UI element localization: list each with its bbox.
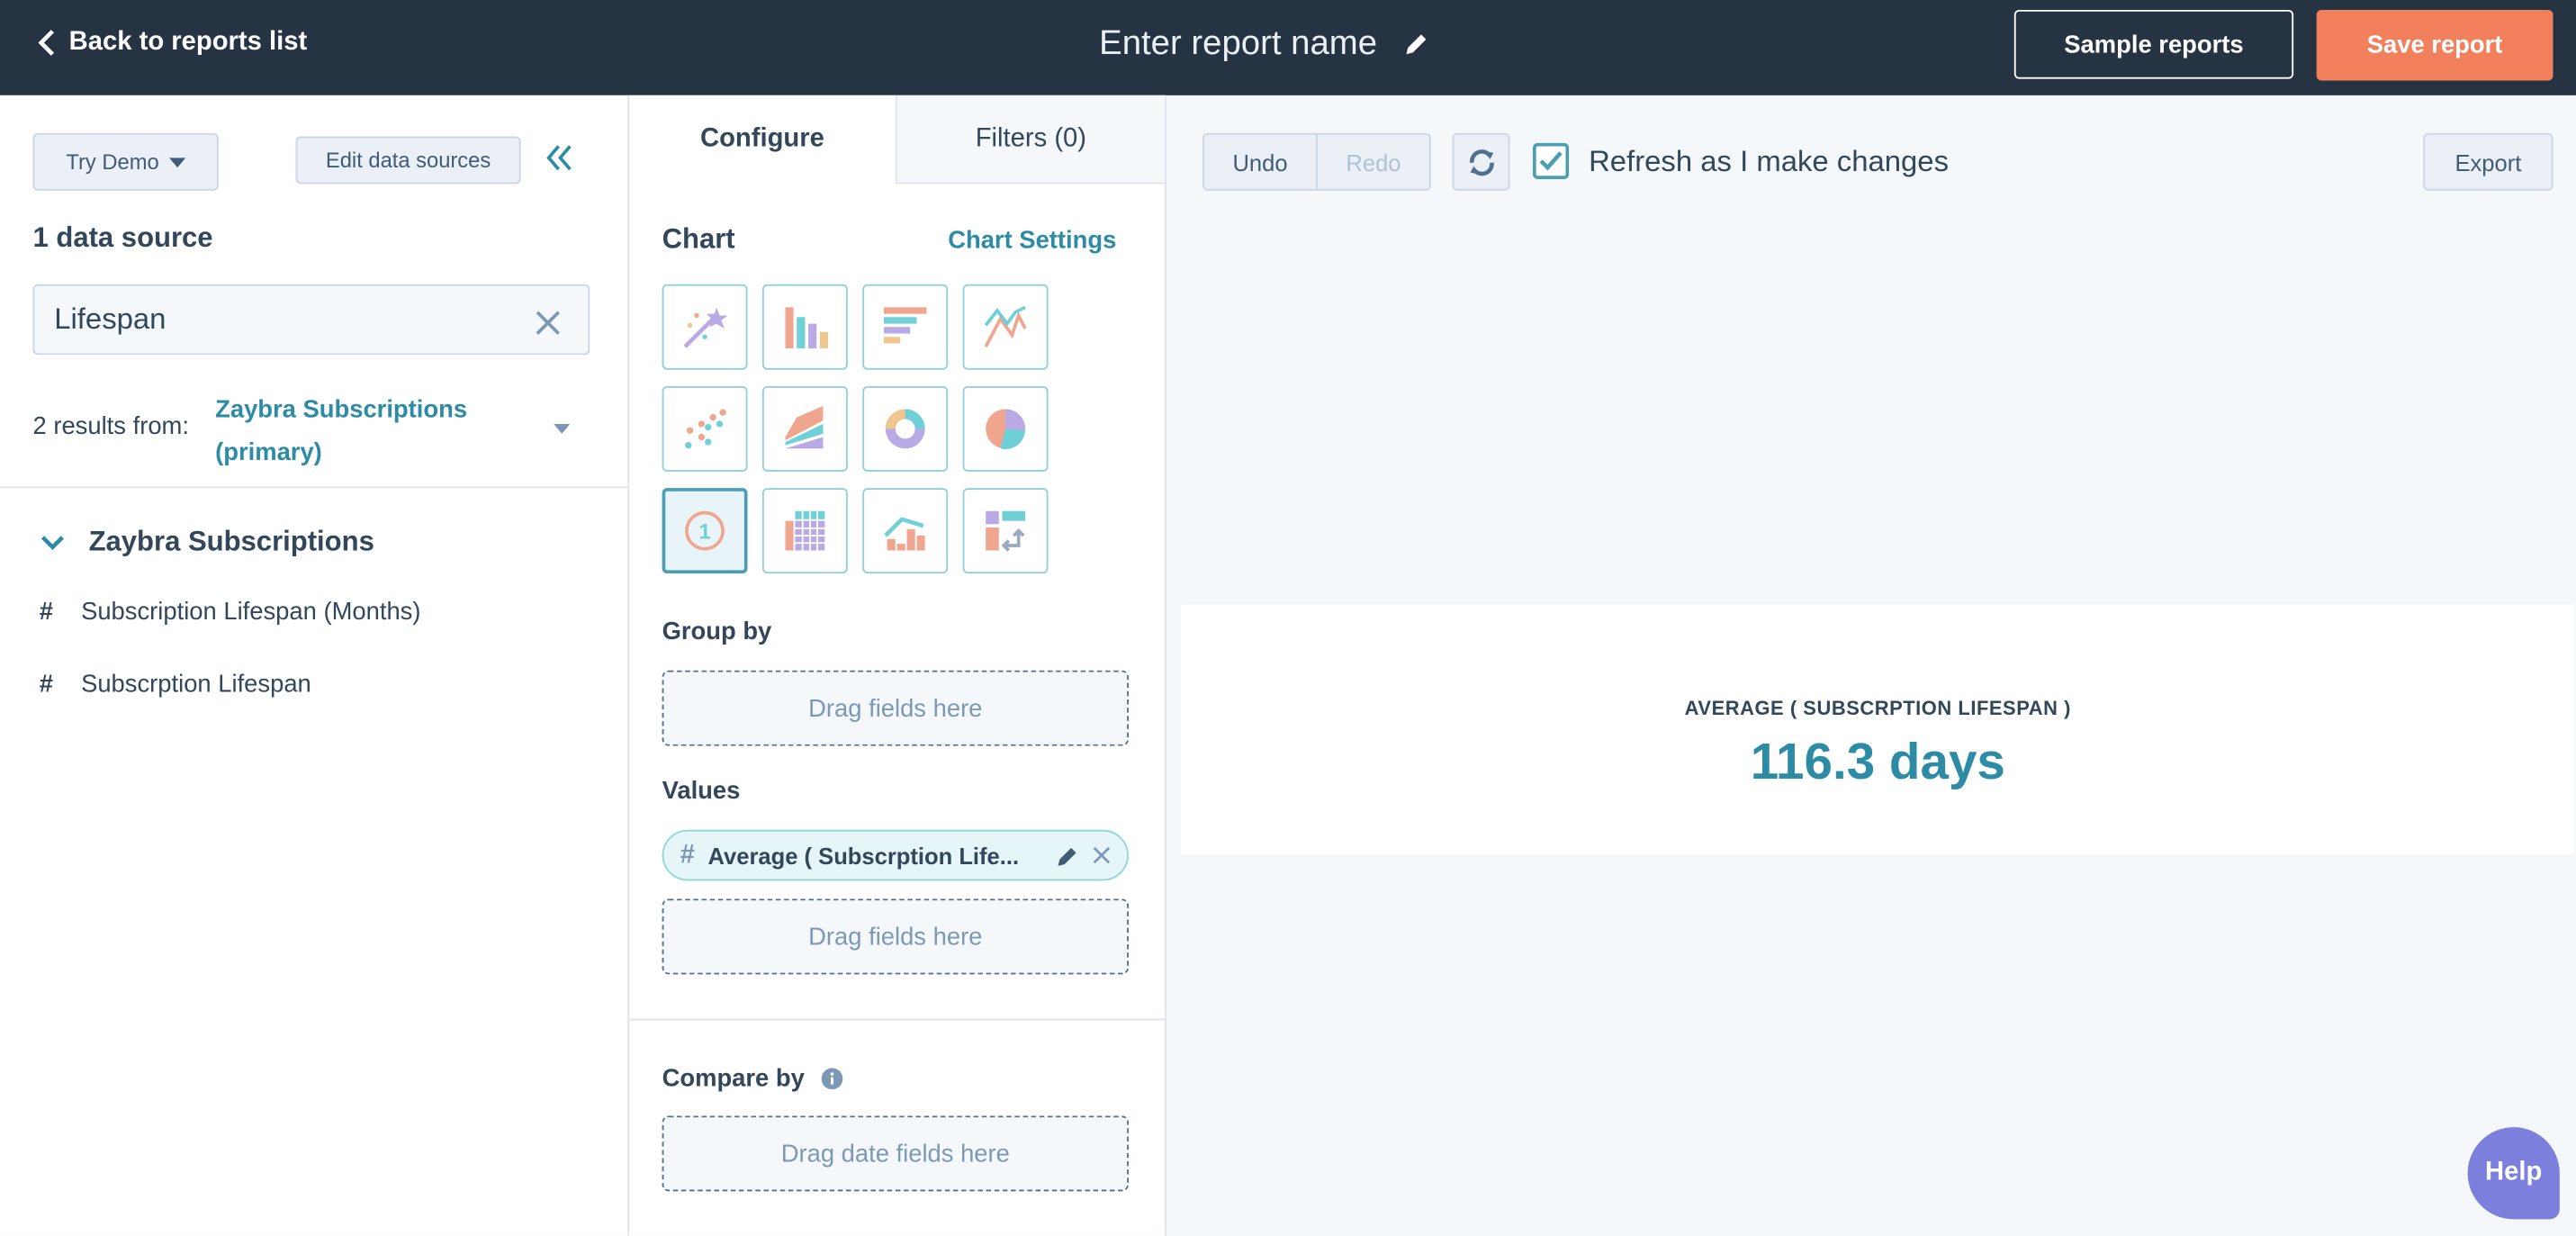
group-by-label: Group by <box>662 618 772 646</box>
tab-filters[interactable]: Filters (0) <box>895 95 1166 185</box>
caret-down-icon[interactable] <box>554 423 571 434</box>
values-dropzone[interactable]: Drag fields here <box>662 898 1129 975</box>
line-chart-icon <box>984 305 1027 347</box>
tab-configure[interactable]: Configure <box>629 95 896 185</box>
save-report-button[interactable]: Save report <box>2316 9 2553 81</box>
chart-settings-link[interactable]: Chart Settings <box>948 227 1116 255</box>
kpi-number-icon: 1 <box>685 510 725 551</box>
pencil-icon[interactable] <box>1403 32 1429 58</box>
undo-button[interactable]: Undo <box>1202 132 1318 191</box>
chart-type-area[interactable] <box>761 385 848 472</box>
value-pill-label: Average ( Subscrption Life... <box>707 842 1020 869</box>
chart-type-grid: 1 <box>662 284 1049 574</box>
chart-type-pie[interactable] <box>962 385 1049 472</box>
chart-type-line[interactable] <box>962 284 1049 370</box>
report-name-placeholder: Enter report name <box>1099 24 1378 63</box>
kpi-value: 116.3 days <box>1750 733 2005 790</box>
pencil-icon[interactable] <box>1057 844 1080 867</box>
chart-type-kpi[interactable]: 1 <box>662 488 748 574</box>
pivot-table-icon <box>785 510 825 551</box>
clear-search-icon[interactable] <box>536 311 560 335</box>
scatter-chart-icon <box>685 409 726 449</box>
hash-icon: # <box>680 840 695 869</box>
top-bar: Back to reports list Enter report name S… <box>0 0 2576 95</box>
chart-type-horizontal-bar[interactable] <box>862 284 949 370</box>
data-source-count: 1 data source <box>32 221 213 254</box>
report-name-input[interactable]: Enter report name <box>1099 24 1429 64</box>
chart-type-pivot-table[interactable] <box>761 488 848 574</box>
field-search-input[interactable]: Lifespan <box>32 284 590 356</box>
combo-chart-icon <box>884 517 925 551</box>
field-label: Subscription Lifespan (Months) <box>81 598 421 627</box>
group-header-zaybra[interactable]: Zaybra Subscriptions <box>40 526 374 559</box>
chevron-down-icon <box>41 536 64 551</box>
edit-data-sources-button[interactable]: Edit data sources <box>295 136 521 185</box>
chart-type-vertical-bar[interactable] <box>761 284 848 370</box>
try-demo-label: Try Demo <box>66 149 159 175</box>
horizontal-bar-chart-icon <box>884 307 927 344</box>
results-prefix: 2 results from: <box>32 412 189 441</box>
donut-chart-icon <box>885 409 925 449</box>
chart-type-auto[interactable] <box>662 284 748 370</box>
export-button[interactable]: Export <box>2423 132 2553 191</box>
results-source-dropdown[interactable]: Zaybra Subscriptions (primary) <box>215 390 467 475</box>
chevron-left-icon <box>38 30 55 56</box>
collapse-panel-icon[interactable] <box>544 143 573 173</box>
search-value: Lifespan <box>54 302 167 336</box>
compare-by-dropzone[interactable]: Drag date fields here <box>662 1115 1129 1192</box>
chart-label: Chart <box>662 223 735 255</box>
back-label: Back to reports list <box>68 28 308 57</box>
kpi-label: AVERAGE ( SUBSCRPTION LIFESPAN ) <box>1684 696 2071 720</box>
help-button[interactable]: Help <box>2467 1127 2560 1220</box>
checkbox-checked-icon <box>1533 142 1570 179</box>
redo-button[interactable]: Redo <box>1316 132 1431 191</box>
results-source-line2: (primary) <box>215 438 322 467</box>
refresh-label: Refresh as I make changes <box>1589 143 1950 177</box>
area-chart-icon <box>785 405 824 449</box>
magic-wand-icon <box>683 307 728 348</box>
refresh-as-i-make-changes-checkbox[interactable]: Refresh as I make changes <box>1533 142 1950 179</box>
chart-type-summary[interactable] <box>962 488 1049 574</box>
chart-type-scatter[interactable] <box>662 385 748 472</box>
try-demo-dropdown[interactable]: Try Demo <box>32 132 219 191</box>
divider <box>0 486 628 489</box>
field-item[interactable]: # Subscrption Lifespan <box>40 671 311 699</box>
hash-icon: # <box>39 670 54 699</box>
refresh-button[interactable] <box>1452 132 1510 191</box>
configure-panel: Configure Filters (0) Chart Chart Settin… <box>629 95 1166 1236</box>
svg-text:1: 1 <box>698 521 710 545</box>
group-title: Zaybra Subscriptions <box>88 526 374 557</box>
divider <box>629 1018 1166 1021</box>
compare-by-header: Compare by <box>662 1065 842 1093</box>
chart-type-combo[interactable] <box>862 488 949 574</box>
group-by-dropzone[interactable]: Drag fields here <box>662 670 1129 746</box>
values-label: Values <box>662 777 741 806</box>
field-item[interactable]: # Subscription Lifespan (Months) <box>40 598 421 626</box>
hash-icon: # <box>39 598 54 627</box>
back-to-reports-link[interactable]: Back to reports list <box>36 28 307 58</box>
pie-chart-icon <box>986 409 1026 450</box>
kpi-card: AVERAGE ( SUBSCRPTION LIFESPAN ) 116.3 d… <box>1181 604 2575 855</box>
data-sources-panel: Try Demo Edit data sources 1 data source… <box>0 95 630 1236</box>
field-label: Subscrption Lifespan <box>81 670 311 699</box>
compare-by-label: Compare by <box>662 1064 805 1093</box>
chart-type-donut[interactable] <box>862 385 949 472</box>
value-pill[interactable]: # Average ( Subscrption Life... <box>662 829 1129 881</box>
caret-down-icon <box>168 157 185 167</box>
results-source-line1: Zaybra Subscriptions <box>215 395 468 424</box>
info-icon[interactable] <box>821 1068 842 1090</box>
vertical-bar-chart-icon <box>785 307 828 348</box>
refresh-icon <box>1469 149 1493 176</box>
remove-icon[interactable] <box>1093 846 1111 864</box>
summary-chart-icon <box>986 510 1025 552</box>
sample-reports-button[interactable]: Sample reports <box>2013 9 2294 79</box>
